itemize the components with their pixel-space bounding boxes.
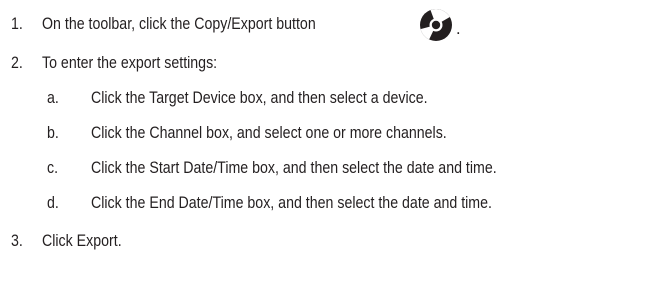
substep-text: Click the Channel box, and select one or… xyxy=(91,124,447,142)
step-1: 1. On the toolbar, click the Copy/Export… xyxy=(0,8,655,42)
step-1-period: . xyxy=(456,20,461,38)
substep-c: c. Click the Start Date/Time box, and th… xyxy=(0,158,655,178)
step-number: 3. xyxy=(11,232,23,250)
substep-text: Click the Target Device box, and then se… xyxy=(91,89,428,107)
step-text: To enter the export settings: xyxy=(42,54,218,72)
step-number: 1. xyxy=(11,15,23,33)
substep-b: b. Click the Channel box, and select one… xyxy=(0,123,655,143)
substep-d: d. Click the End Date/Time box, and then… xyxy=(0,193,655,213)
substep-text: Click the Start Date/Time box, and then … xyxy=(91,159,497,177)
substep-letter: a. xyxy=(47,89,59,107)
step-text: Click Export. xyxy=(42,232,122,250)
substep-a: a. Click the Target Device box, and then… xyxy=(0,88,655,108)
substep-letter: c. xyxy=(47,159,59,177)
substep-letter: b. xyxy=(47,124,59,142)
substep-letter: d. xyxy=(47,194,59,212)
step-number: 2. xyxy=(11,54,23,72)
step-3: 3. Click Export. xyxy=(0,231,655,251)
copy-export-disc-icon xyxy=(419,8,453,42)
step-text: On the toolbar, click the Copy/Export bu… xyxy=(42,15,316,33)
step-2: 2. To enter the export settings: xyxy=(0,53,655,73)
substep-text: Click the End Date/Time box, and then se… xyxy=(91,194,492,212)
